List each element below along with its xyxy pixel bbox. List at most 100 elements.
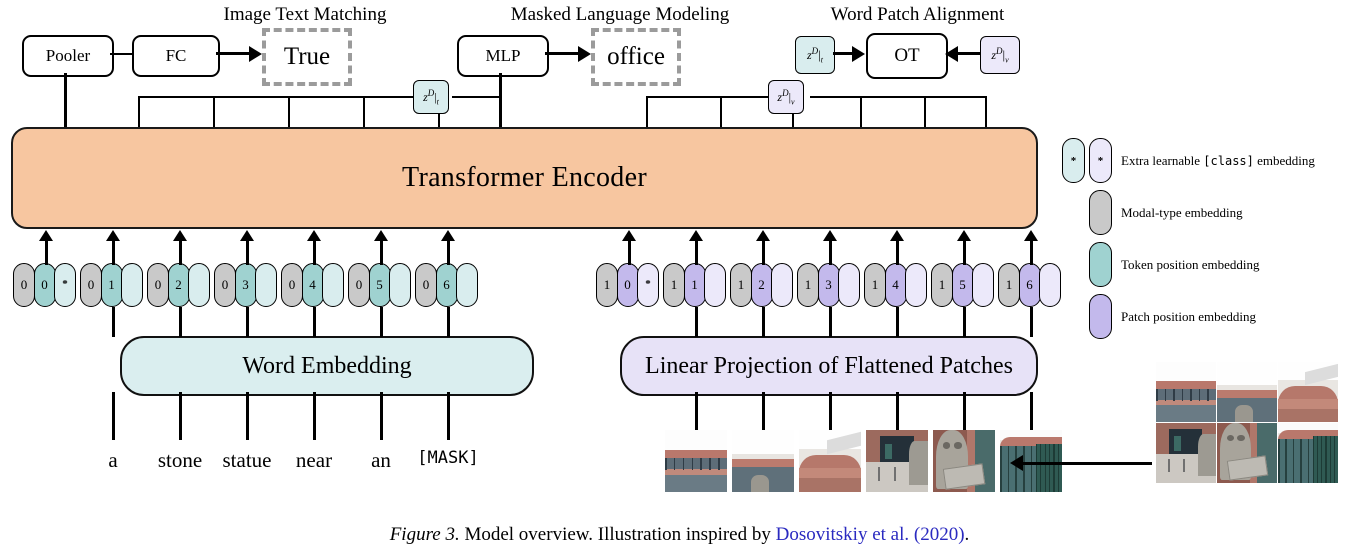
caption-citation-link[interactable]: Dosovitskiy et al. (2020) <box>776 524 965 545</box>
embedding-stem <box>178 392 182 440</box>
legend-swatch-patch-position <box>1089 294 1112 339</box>
source-image-grid <box>1156 362 1339 484</box>
z-token-text-wpa: zD|t <box>795 36 835 74</box>
source-image-cell-5 <box>1278 423 1338 483</box>
token-group-image-3: 13 <box>797 263 860 307</box>
encoder-input-line <box>895 240 899 265</box>
source-image-cell-4 <box>1217 423 1277 483</box>
encoder-input-line <box>828 240 832 265</box>
encoder-input-arrow <box>39 230 53 241</box>
encoder-input-arrow <box>307 230 321 241</box>
pill-modal-type: 0 <box>415 263 437 307</box>
encoder-input-line <box>245 240 249 265</box>
embedding-stem <box>895 392 899 430</box>
token-group-text-1: 01 <box>80 263 143 307</box>
encoder-input-arrow <box>374 230 388 241</box>
pill-token-position: 3 <box>234 263 257 307</box>
pill-modal-type: 0 <box>80 263 102 307</box>
heading-masked-language-modeling: Masked Language Modeling <box>510 4 730 25</box>
fc-box[interactable]: FC <box>132 35 220 77</box>
mlp-box[interactable]: MLP <box>457 35 549 77</box>
pill-modal-type: 1 <box>998 263 1020 307</box>
pill-content-embedding <box>771 263 793 307</box>
legend-label-modal-type: Modal-type embedding <box>1121 204 1243 220</box>
legend-label-token-position: Token position embedding <box>1121 256 1260 272</box>
heading-image-text-matching: Image Text Matching <box>223 4 387 25</box>
encoder-input-line <box>962 240 966 265</box>
pill-modal-type: 1 <box>596 263 618 307</box>
embedding-stem <box>761 307 765 337</box>
z-token-vision-wpa: zD|v <box>980 36 1020 74</box>
legend-label-class-embedding: Extra learnable [class] embedding <box>1121 152 1315 168</box>
pill-token-position: 2 <box>167 263 190 307</box>
token-group-text-4: 04 <box>281 263 344 307</box>
image-patch-1 <box>732 430 794 492</box>
encoder-input-line <box>44 240 48 265</box>
token-group-image-6: 16 <box>998 263 1061 307</box>
embedding-stem <box>962 392 966 430</box>
encoder-input-line <box>761 240 765 265</box>
encoder-input-arrow <box>890 230 904 241</box>
embedding-stem <box>962 307 966 337</box>
figure-model-overview: Image Text Matching Masked Language Mode… <box>0 0 1359 550</box>
embedding-stem <box>312 307 316 337</box>
encoder-input-line <box>379 240 383 265</box>
pill-modal-type: 1 <box>663 263 685 307</box>
pill-content-embedding <box>121 263 143 307</box>
pill-content-embedding <box>255 263 277 307</box>
embedding-stem <box>111 392 115 440</box>
pill-modal-type: 0 <box>147 263 169 307</box>
legend-swatch-token-position <box>1089 242 1112 287</box>
encoder-input-arrow <box>622 230 636 241</box>
mlm-output-office: office <box>591 28 681 86</box>
image-patch-0 <box>665 430 727 492</box>
embedding-stem <box>828 307 832 337</box>
embedding-stem <box>895 307 899 337</box>
token-group-text-5: 05 <box>348 263 411 307</box>
embedding-stem <box>446 307 450 337</box>
source-image-cell-3 <box>1156 423 1216 483</box>
token-group-image-0: 1 0 * <box>596 263 659 307</box>
pill-content-embedding <box>1039 263 1061 307</box>
encoder-input-arrow <box>441 230 455 241</box>
pill-content-embedding <box>838 263 860 307</box>
image-patch-3 <box>866 430 928 492</box>
pill-content-embedding <box>905 263 927 307</box>
legend-row-modal-type: Modal-type embedding <box>1089 190 1243 235</box>
embedding-stem <box>312 392 316 440</box>
source-image-cell-1 <box>1217 362 1277 422</box>
image-patch-2 <box>799 430 861 492</box>
token-group-text-0: 0 0 * <box>13 263 76 307</box>
encoder-input-line <box>627 240 631 265</box>
pill-patch-position: 1 <box>683 263 706 307</box>
token-group-image-1: 11 <box>663 263 726 307</box>
encoder-input-line <box>446 240 450 265</box>
legend-row-class-embedding: * * Extra learnable [class] embedding <box>1062 138 1315 183</box>
pill-patch-position: 3 <box>817 263 840 307</box>
caption-text: Model overview. Illustration inspired by <box>459 524 776 545</box>
encoder-input-arrow <box>240 230 254 241</box>
token-group-text-6: 06 <box>415 263 478 307</box>
figure-caption: Figure 3. Model overview. Illustration i… <box>0 524 1359 546</box>
encoder-input-line <box>111 240 115 265</box>
word-embedding-box: Word Embedding <box>120 336 534 396</box>
pill-modal-type: 1 <box>931 263 953 307</box>
ot-box[interactable]: OT <box>866 33 948 79</box>
legend-row-patch-position: Patch position embedding <box>1089 294 1256 339</box>
pill-modal-type: 0 <box>214 263 236 307</box>
pill-content-embedding <box>389 263 411 307</box>
word-token-5: [MASK] <box>417 448 479 468</box>
embedding-stem <box>446 392 450 440</box>
pill-patch-position: 0 <box>616 263 639 307</box>
transformer-encoder-label: Transformer Encoder <box>402 162 647 193</box>
pill-content-embedding <box>704 263 726 307</box>
embedding-stem <box>761 392 765 430</box>
pooler-box[interactable]: Pooler <box>22 35 114 77</box>
heading-word-patch-alignment: Word Patch Alignment <box>830 4 1005 25</box>
linear-projection-label: Linear Projection of Flattened Patches <box>645 352 1013 379</box>
encoder-input-arrow <box>823 230 837 241</box>
encoder-input-arrow <box>756 230 770 241</box>
encoder-input-arrow <box>1024 230 1038 241</box>
embedding-stem <box>1029 392 1033 430</box>
source-image-cell-2 <box>1278 362 1338 422</box>
